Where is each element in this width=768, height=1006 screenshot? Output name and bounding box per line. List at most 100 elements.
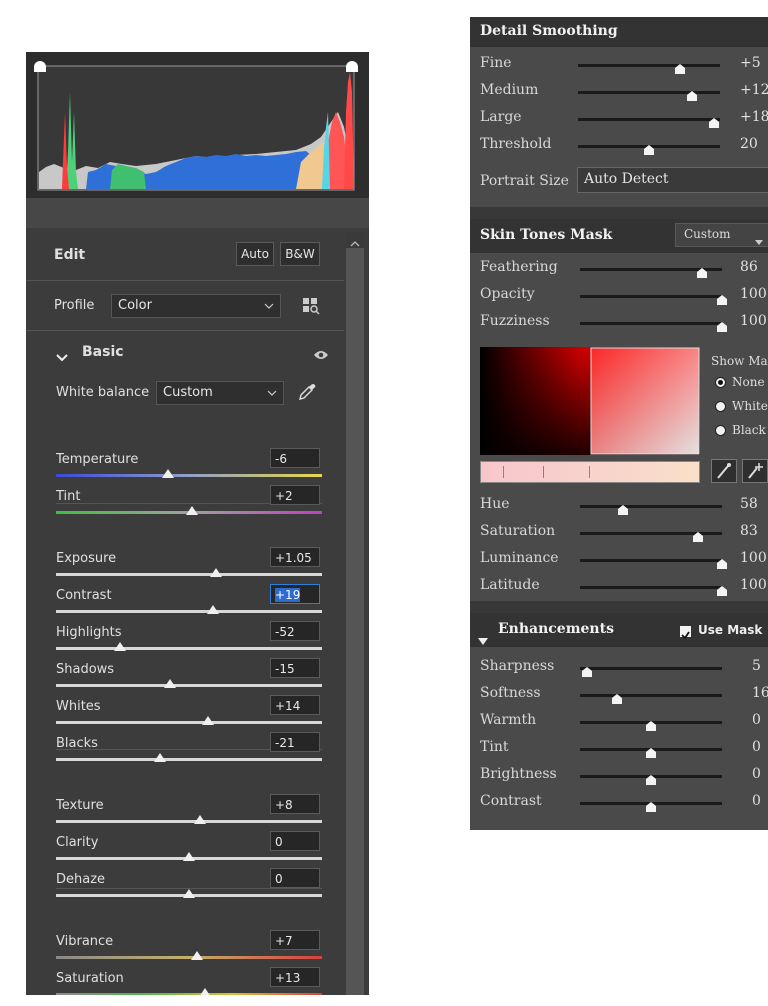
slider-thumb[interactable]: [185, 506, 198, 515]
collapse-icon[interactable]: [478, 626, 488, 658]
slider-thumb[interactable]: [582, 662, 593, 677]
eyedropper-icon[interactable]: [711, 459, 737, 483]
scrollbar-thumb[interactable]: [346, 248, 364, 995]
white-balance-select[interactable]: Custom: [156, 381, 284, 405]
skin-preset-value: Custom: [684, 227, 731, 241]
show-mask-radio[interactable]: [715, 377, 726, 388]
slider-thumb[interactable]: [675, 59, 686, 74]
hue-strip[interactable]: [480, 461, 700, 483]
slider-track[interactable]: [578, 91, 720, 94]
slider-track[interactable]: [580, 694, 722, 697]
show-mask-radio[interactable]: [715, 425, 726, 436]
slider-track[interactable]: [56, 474, 322, 477]
slider-value-input[interactable]: 0: [270, 868, 320, 888]
slider-thumb[interactable]: [206, 605, 219, 614]
slider-track[interactable]: [56, 993, 322, 995]
slider-thumb[interactable]: [686, 86, 697, 101]
slider-thumb[interactable]: [190, 951, 203, 960]
slider-track[interactable]: [56, 684, 322, 687]
slider-thumb[interactable]: [164, 679, 177, 688]
slider-track[interactable]: [56, 647, 322, 650]
slider-thumb[interactable]: [644, 140, 654, 155]
slider-label: Opacity: [480, 286, 535, 302]
eyedropper-plus-icon[interactable]: [742, 459, 768, 483]
shadow-clipping-icon[interactable]: [33, 58, 47, 72]
use-mask-checkbox[interactable]: [680, 626, 691, 640]
auto-button[interactable]: Auto: [236, 242, 274, 266]
skin-preset-select[interactable]: Custom: [675, 223, 768, 247]
highlight-clipping-icon[interactable]: [345, 58, 359, 72]
slider-thumb[interactable]: [201, 716, 214, 725]
slider-track[interactable]: [56, 610, 322, 613]
slider-label: Warmth: [480, 712, 537, 728]
eyedropper-icon[interactable]: [297, 382, 317, 402]
slider-thumb[interactable]: [611, 689, 622, 704]
slider-label: Brightness: [480, 766, 557, 782]
slider-track[interactable]: [580, 667, 722, 670]
slider-thumb[interactable]: [717, 554, 727, 569]
dropdown-arrow-icon: [754, 232, 764, 251]
slider-track[interactable]: [580, 322, 722, 325]
scroll-up-icon[interactable]: [350, 234, 360, 247]
slider-track[interactable]: [578, 64, 720, 67]
slider-track[interactable]: [578, 118, 720, 121]
slider-thumb[interactable]: [153, 753, 166, 762]
slider-track[interactable]: [56, 721, 322, 724]
slider-value-input[interactable]: -52: [270, 621, 320, 641]
slider-thumb[interactable]: [717, 581, 727, 596]
slider-thumb[interactable]: [717, 290, 727, 305]
slider-track[interactable]: [56, 820, 322, 823]
slider-value-input[interactable]: +1.05: [270, 547, 320, 567]
slider-label: Highlights: [56, 625, 122, 640]
slider-track[interactable]: [580, 586, 722, 589]
slider-thumb[interactable]: [183, 889, 195, 898]
slider-track[interactable]: [56, 956, 322, 959]
slider-value-input[interactable]: -15: [270, 658, 320, 678]
slider-value: 0: [752, 793, 761, 809]
slider-thumb[interactable]: [646, 797, 656, 812]
eye-icon[interactable]: [313, 346, 329, 359]
slider-track[interactable]: [580, 295, 722, 298]
show-mask-label: Show Mask: [711, 354, 768, 368]
slider-value-input[interactable]: 0: [270, 831, 320, 851]
slider-thumb[interactable]: [193, 815, 206, 824]
slider-value-input[interactable]: +8: [270, 794, 320, 814]
slider-thumb[interactable]: [697, 263, 708, 278]
slider-track[interactable]: [56, 573, 322, 576]
slider-thumb[interactable]: [161, 469, 174, 478]
slider-thumb[interactable]: [646, 716, 656, 731]
slider-value-input[interactable]: +7: [270, 930, 320, 950]
slider-thumb[interactable]: [113, 642, 126, 651]
basic-section-title[interactable]: Basic: [82, 344, 124, 360]
slider-track[interactable]: [56, 758, 322, 761]
color-field[interactable]: [480, 347, 700, 455]
slider-thumb[interactable]: [183, 852, 195, 861]
slider-value-input[interactable]: +13: [270, 967, 320, 987]
edit-title: Edit: [54, 247, 86, 263]
slider-thumb[interactable]: [617, 500, 628, 515]
slider-thumb[interactable]: [209, 568, 222, 577]
slider-thumb[interactable]: [646, 770, 656, 785]
portrait-size-select[interactable]: Auto Detect: [577, 167, 768, 193]
profile-select[interactable]: Color: [111, 294, 281, 318]
slider-value: 83: [740, 523, 758, 539]
slider-thumb[interactable]: [692, 527, 703, 542]
slider-value-input[interactable]: +2: [270, 485, 320, 505]
slider-track[interactable]: [580, 505, 722, 508]
slider-value-input[interactable]: +14: [270, 695, 320, 715]
bw-button[interactable]: B&W: [280, 242, 320, 266]
basic-collapse-icon[interactable]: [56, 348, 68, 362]
slider-thumb[interactable]: [198, 988, 211, 995]
slider-thumb[interactable]: [717, 317, 727, 332]
show-mask-radio[interactable]: [715, 401, 726, 412]
slider-thumb[interactable]: [709, 113, 720, 128]
slider-value-input[interactable]: -6: [270, 448, 320, 468]
slider-value-input[interactable]: -21: [270, 732, 320, 752]
slider-label: Saturation: [480, 523, 556, 539]
slider-label: Latitude: [480, 577, 540, 593]
slider-value-input[interactable]: +19: [270, 584, 320, 604]
scrollbar[interactable]: [346, 232, 364, 995]
profile-browser-icon[interactable]: [302, 297, 320, 315]
slider-track[interactable]: [580, 559, 722, 562]
slider-thumb[interactable]: [646, 743, 656, 758]
